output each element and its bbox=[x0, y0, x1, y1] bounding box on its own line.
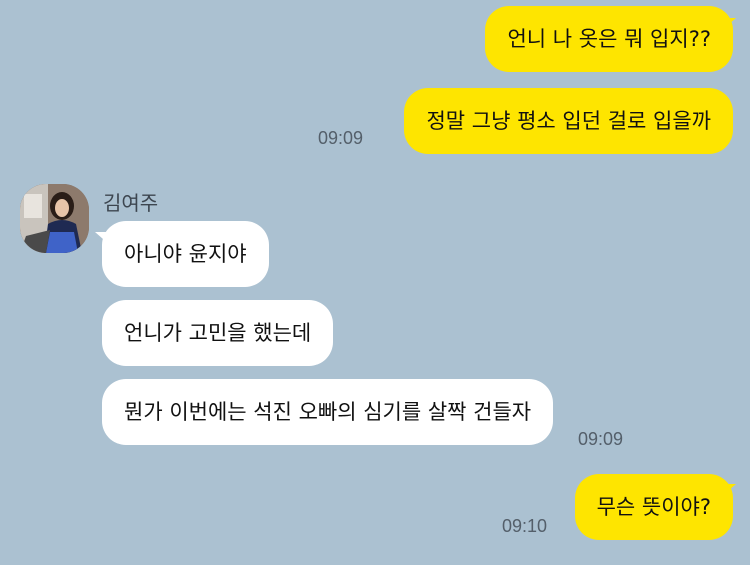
their-message-bubble[interactable]: 언니가 고민을 했는데 bbox=[102, 300, 334, 366]
sender-avatar[interactable] bbox=[20, 184, 89, 253]
my-message-bubble[interactable]: 정말 그냥 평소 입던 걸로 입을까 bbox=[404, 88, 733, 154]
message-timestamp: 09:10 bbox=[502, 516, 548, 536]
message-timestamp: 09:09 bbox=[578, 429, 624, 449]
my-message-bubble[interactable]: 무슨 뜻이야? bbox=[574, 474, 733, 540]
avatar-photo-icon bbox=[20, 184, 89, 253]
my-message-bubble[interactable]: 언니 나 옷은 뭐 입지?? bbox=[485, 6, 733, 72]
their-message-bubble[interactable]: 아니야 윤지야 bbox=[102, 221, 269, 287]
their-message-bubble[interactable]: 뭔가 이번에는 석진 오빠의 심기를 살짝 건들자 bbox=[102, 379, 554, 445]
message-timestamp: 09:09 bbox=[318, 128, 364, 148]
sender-name: 김여주 bbox=[103, 191, 159, 215]
